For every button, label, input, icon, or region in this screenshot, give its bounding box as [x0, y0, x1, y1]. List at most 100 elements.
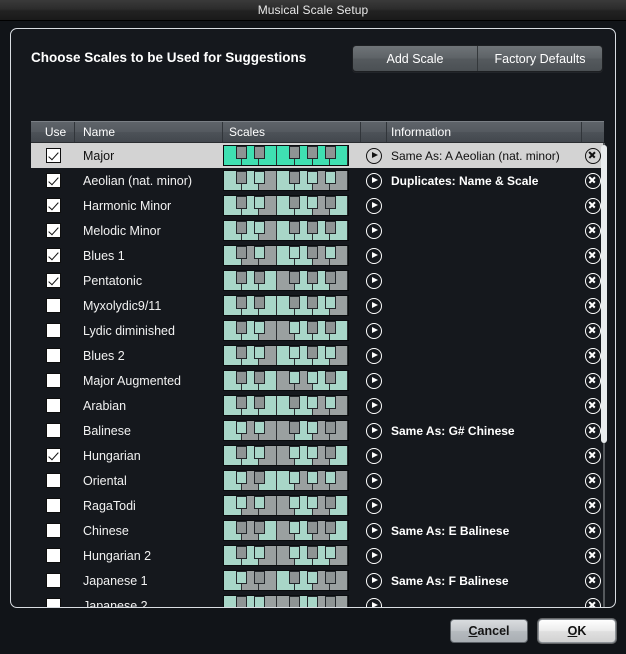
- black-key[interactable]: [236, 171, 248, 184]
- scale-keyboard[interactable]: [223, 195, 349, 216]
- use-checkbox[interactable]: [45, 423, 61, 438]
- black-key[interactable]: [307, 196, 319, 209]
- delete-icon[interactable]: [585, 172, 601, 189]
- black-key[interactable]: [307, 321, 319, 334]
- factory-defaults-button[interactable]: Factory Defaults: [478, 46, 602, 71]
- black-key[interactable]: [253, 321, 265, 334]
- delete-icon[interactable]: [585, 472, 601, 489]
- table-row[interactable]: Aeolian (nat. minor) Duplicates: Name & S…: [31, 168, 604, 193]
- delete-icon[interactable]: [585, 422, 601, 439]
- scale-keyboard[interactable]: [223, 145, 349, 166]
- table-row[interactable]: Blues 2: [31, 343, 604, 368]
- scale-keyboard[interactable]: [223, 295, 349, 316]
- play-icon[interactable]: [366, 472, 382, 489]
- black-key[interactable]: [236, 596, 248, 607]
- black-key[interactable]: [236, 346, 248, 359]
- black-key[interactable]: [307, 271, 319, 284]
- name-cell[interactable]: Blues 2: [75, 343, 223, 368]
- black-key[interactable]: [253, 346, 265, 359]
- table-row[interactable]: Arabian: [31, 393, 604, 418]
- black-key[interactable]: [253, 446, 265, 459]
- black-key[interactable]: [253, 421, 265, 434]
- black-key[interactable]: [236, 146, 248, 159]
- name-cell[interactable]: Japanese 2: [75, 593, 223, 608]
- name-cell[interactable]: Aeolian (nat. minor): [75, 168, 223, 193]
- scale-keyboard[interactable]: [223, 445, 349, 466]
- table-row[interactable]: Oriental: [31, 468, 604, 493]
- table-row[interactable]: Hungarian 2: [31, 543, 604, 568]
- black-key[interactable]: [324, 396, 336, 409]
- scale-keyboard[interactable]: [223, 395, 349, 416]
- black-key[interactable]: [307, 496, 319, 509]
- table-row[interactable]: Japanese 1 Same As: F Balinese: [31, 568, 604, 593]
- black-key[interactable]: [289, 521, 301, 534]
- black-key[interactable]: [236, 371, 248, 384]
- table-row[interactable]: Hungarian: [31, 443, 604, 468]
- name-cell[interactable]: Melodic Minor: [75, 218, 223, 243]
- black-key[interactable]: [324, 196, 336, 209]
- table-row[interactable]: Harmonic Minor: [31, 193, 604, 218]
- black-key[interactable]: [324, 221, 336, 234]
- name-cell[interactable]: Major Augmented: [75, 368, 223, 393]
- black-key[interactable]: [324, 421, 336, 434]
- name-cell[interactable]: Balinese: [75, 418, 223, 443]
- use-checkbox[interactable]: [45, 473, 61, 488]
- black-key[interactable]: [307, 571, 319, 584]
- black-key[interactable]: [307, 521, 319, 534]
- black-key[interactable]: [324, 571, 336, 584]
- delete-icon[interactable]: [585, 347, 601, 364]
- scale-keyboard[interactable]: [223, 545, 349, 566]
- use-checkbox[interactable]: [45, 198, 61, 213]
- use-checkbox[interactable]: [45, 573, 61, 588]
- black-key[interactable]: [289, 571, 301, 584]
- black-key[interactable]: [324, 446, 336, 459]
- scale-keyboard[interactable]: [223, 495, 349, 516]
- black-key[interactable]: [324, 146, 336, 159]
- black-key[interactable]: [253, 171, 265, 184]
- black-key[interactable]: [289, 496, 301, 509]
- play-icon[interactable]: [366, 497, 382, 514]
- black-key[interactable]: [324, 471, 336, 484]
- black-key[interactable]: [236, 446, 248, 459]
- delete-icon[interactable]: [585, 522, 601, 539]
- play-icon[interactable]: [366, 197, 382, 214]
- black-key[interactable]: [307, 171, 319, 184]
- use-checkbox[interactable]: [45, 523, 61, 538]
- scale-keyboard[interactable]: [223, 370, 349, 391]
- delete-icon[interactable]: [585, 197, 601, 214]
- use-checkbox[interactable]: [45, 148, 61, 163]
- table-row[interactable]: Major Augmented: [31, 368, 604, 393]
- black-key[interactable]: [236, 271, 248, 284]
- scale-keyboard[interactable]: [223, 420, 349, 441]
- play-icon[interactable]: [366, 447, 382, 464]
- delete-icon[interactable]: [585, 572, 601, 589]
- black-key[interactable]: [289, 421, 301, 434]
- play-icon[interactable]: [366, 222, 382, 239]
- play-icon[interactable]: [366, 297, 382, 314]
- scale-keyboard[interactable]: [223, 320, 349, 341]
- black-key[interactable]: [236, 496, 248, 509]
- delete-icon[interactable]: [585, 222, 601, 239]
- black-key[interactable]: [236, 571, 248, 584]
- scale-keyboard[interactable]: [223, 345, 349, 366]
- table-row[interactable]: Lydic diminished: [31, 318, 604, 343]
- ok-button[interactable]: OK: [538, 619, 616, 643]
- use-checkbox[interactable]: [45, 448, 61, 463]
- name-cell[interactable]: Harmonic Minor: [75, 193, 223, 218]
- delete-icon[interactable]: [585, 322, 601, 339]
- black-key[interactable]: [289, 396, 301, 409]
- black-key[interactable]: [236, 221, 248, 234]
- black-key[interactable]: [307, 221, 319, 234]
- table-row[interactable]: Myxolydic9/11: [31, 293, 604, 318]
- black-key[interactable]: [253, 371, 265, 384]
- black-key[interactable]: [324, 521, 336, 534]
- name-cell[interactable]: Pentatonic: [75, 268, 223, 293]
- black-key[interactable]: [253, 521, 265, 534]
- use-checkbox[interactable]: [45, 498, 61, 513]
- play-icon[interactable]: [366, 597, 382, 607]
- play-icon[interactable]: [366, 422, 382, 439]
- delete-icon[interactable]: [585, 397, 601, 414]
- table-row[interactable]: Major Same As: A Aeolian (nat. minor): [31, 143, 604, 168]
- black-key[interactable]: [307, 596, 319, 607]
- table-row[interactable]: Blues 1: [31, 243, 604, 268]
